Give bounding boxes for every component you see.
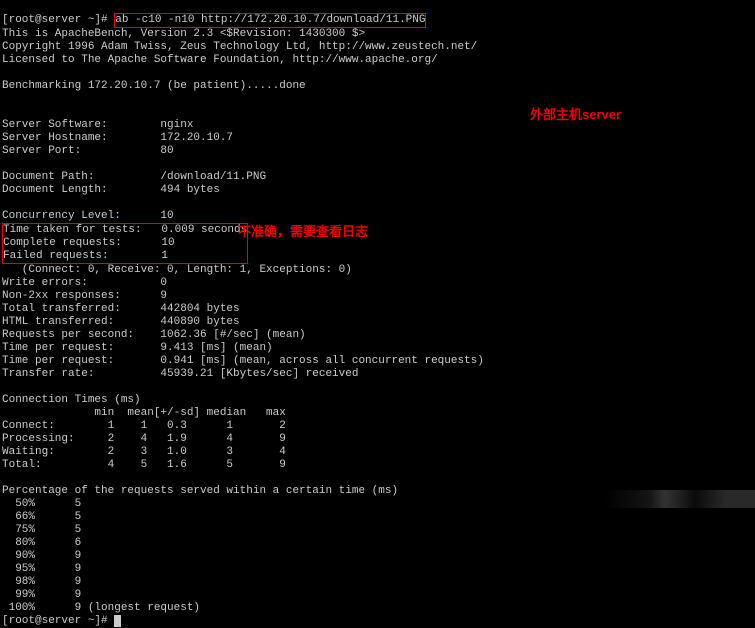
- line: Benchmarking 172.20.10.7 (be patient)...…: [2, 80, 306, 92]
- line: 80% 6: [2, 537, 81, 549]
- line: Time taken for tests: 0.009 seconds: [3, 224, 247, 236]
- line: 50% 5: [2, 498, 81, 510]
- line: 95% 9: [2, 563, 81, 575]
- line: Transfer rate: 45939.21 [Kbytes/sec] rec…: [2, 368, 358, 380]
- command-highlight-box: ab -c10 -n10 http://172.20.10.7/download…: [114, 13, 426, 28]
- line: Document Path: /download/11.PNG: [2, 171, 266, 183]
- line: 75% 5: [2, 524, 81, 536]
- line: min mean[+/-sd] median max: [2, 407, 286, 419]
- line: Write errors: 0: [2, 277, 167, 289]
- line: Connection Times (ms): [2, 394, 141, 406]
- line: Connect: 1 1 0.3 1 2: [2, 420, 286, 432]
- line: Time per request: 0.941 [ms] (mean, acro…: [2, 355, 484, 367]
- prompt: [root@server ~]#: [2, 14, 114, 26]
- cursor-block[interactable]: [114, 615, 121, 627]
- line: Server Hostname: 172.20.10.7: [2, 132, 233, 144]
- line: Total: 4 5 1.6 5 9: [2, 459, 286, 471]
- line: Copyright 1996 Adam Twiss, Zeus Technolo…: [2, 41, 477, 53]
- prompt: [root@server ~]#: [2, 615, 114, 627]
- line: Document Length: 494 bytes: [2, 184, 220, 196]
- line: Server Software: nginx: [2, 119, 193, 131]
- line: Total transferred: 442804 bytes: [2, 303, 240, 315]
- line: 66% 5: [2, 511, 81, 523]
- line: Waiting: 2 3 1.0 3 4: [2, 446, 286, 458]
- line: Time per request: 9.413 [ms] (mean): [2, 342, 273, 354]
- annotation-inaccurate: 不准确，需要查看日志: [238, 225, 368, 238]
- line: Percentage of the requests served within…: [2, 485, 398, 497]
- line: This is ApacheBench, Version 2.3 <$Revis…: [2, 28, 365, 40]
- line: Processing: 2 4 1.9 4 9: [2, 433, 286, 445]
- line: Complete requests: 10: [3, 237, 175, 249]
- line: Requests per second: 1062.36 [#/sec] (me…: [2, 329, 306, 341]
- line: Server Port: 80: [2, 145, 174, 157]
- annotation-external-host: 外部主机server: [530, 108, 621, 121]
- terminal-output: [root@server ~]# ab -c10 -n10 http://172…: [0, 0, 755, 628]
- line: Licensed to The Apache Software Foundati…: [2, 54, 438, 66]
- line: (Connect: 0, Receive: 0, Length: 1, Exce…: [2, 264, 352, 276]
- command-text: ab -c10 -n10 http://172.20.10.7/download…: [115, 14, 425, 26]
- results-highlight-box: Time taken for tests: 0.009 seconds Comp…: [2, 223, 248, 264]
- line: Concurrency Level: 10: [2, 210, 174, 222]
- line: HTML transferred: 440890 bytes: [2, 316, 240, 328]
- line: Failed requests: 1: [3, 250, 168, 262]
- decorative-smudge: [605, 490, 755, 508]
- line: 98% 9: [2, 576, 81, 588]
- line: 100% 9 (longest request): [2, 602, 200, 614]
- line: 99% 9: [2, 589, 81, 601]
- line: Non-2xx responses: 9: [2, 290, 167, 302]
- line: 90% 9: [2, 550, 81, 562]
